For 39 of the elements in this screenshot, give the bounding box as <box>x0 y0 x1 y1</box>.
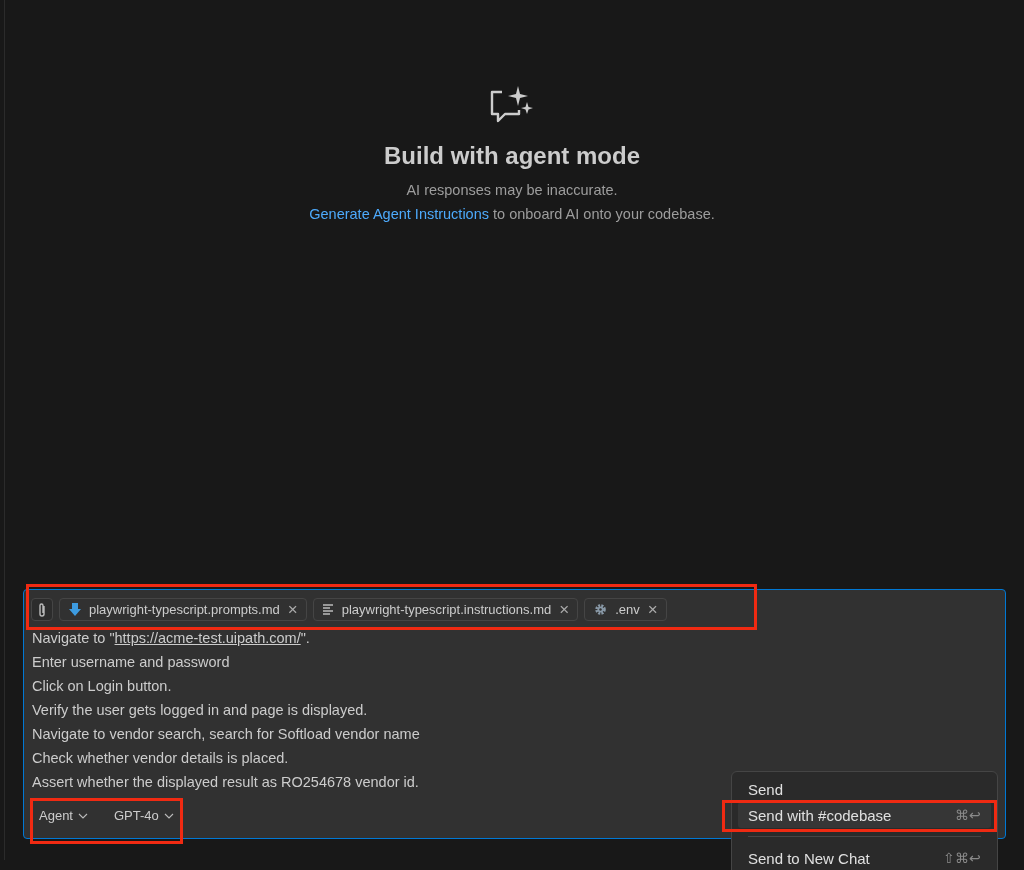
close-button[interactable]: × <box>287 601 298 618</box>
chevron-down-icon <box>163 812 174 819</box>
welcome-title: Build with agent mode <box>384 142 640 170</box>
gear-icon <box>594 603 608 616</box>
url-link[interactable]: https://acme-test.uipath.com/ <box>114 630 301 646</box>
onboard-text: to onboard AI onto your codebase. <box>492 206 715 222</box>
disclaimer-text: AI responses may be inaccurate. <box>406 182 618 198</box>
menu-label: Send with #codebase <box>748 806 892 824</box>
menu-item[interactable]: Send with #codebase ⌘↩ <box>738 802 991 828</box>
menu-item[interactable]: Send <box>738 776 991 802</box>
close-button[interactable]: × <box>559 601 570 618</box>
close-button[interactable]: × <box>647 601 658 618</box>
menu-item[interactable]: Send to New Chat ⇧⌘↩ <box>738 845 991 870</box>
generate-instructions-link[interactable]: Generate Agent Instructions <box>309 206 489 222</box>
prompt-line: Verify the user gets logged in and page is displayed. <box>32 701 368 720</box>
paperclip-icon <box>37 601 47 618</box>
prompt-line: Assert whether the displayed result as RO254678 vendor id. <box>32 773 419 792</box>
shortcut-text: ⌘↩ <box>955 807 981 823</box>
prompt-line: Navigate to vendor search, search for Softload vendor name <box>32 725 420 744</box>
mode-dropdown[interactable]: Agent <box>31 804 96 827</box>
download-arrow-icon <box>69 603 81 616</box>
shortcut-text: ⇧⌘↩ <box>943 850 981 866</box>
attachment-name: playwright-typescript.prompts.md <box>89 602 280 617</box>
prompt-line: Enter username and password <box>32 653 230 672</box>
chat-input-box[interactable] <box>23 589 1006 839</box>
model-dropdown[interactable]: GPT-4o <box>106 804 182 827</box>
prompt-line: Click on Login button. <box>32 677 172 696</box>
attachment-chip[interactable]: playwright-typescript.prompts.md × <box>59 598 307 621</box>
chevron-down-icon <box>78 812 88 819</box>
prompt-line: Check whether vendor details is placed. <box>32 749 289 768</box>
attachment-name: playwright-typescript.instructions.md <box>341 602 552 617</box>
menu-label: Send to New Chat <box>748 849 870 867</box>
attachment-name: .env <box>615 602 640 617</box>
attachment-chip[interactable]: playwright-typescript.instructions.md × <box>312 598 579 621</box>
prompt-line: Navigate to "https://acme-test.uipath.com/". <box>32 629 310 648</box>
attach-button[interactable] <box>31 598 53 621</box>
menu-label: Send <box>748 780 784 798</box>
lines-icon <box>322 604 334 615</box>
attachment-chip[interactable]: .env × <box>584 598 667 621</box>
